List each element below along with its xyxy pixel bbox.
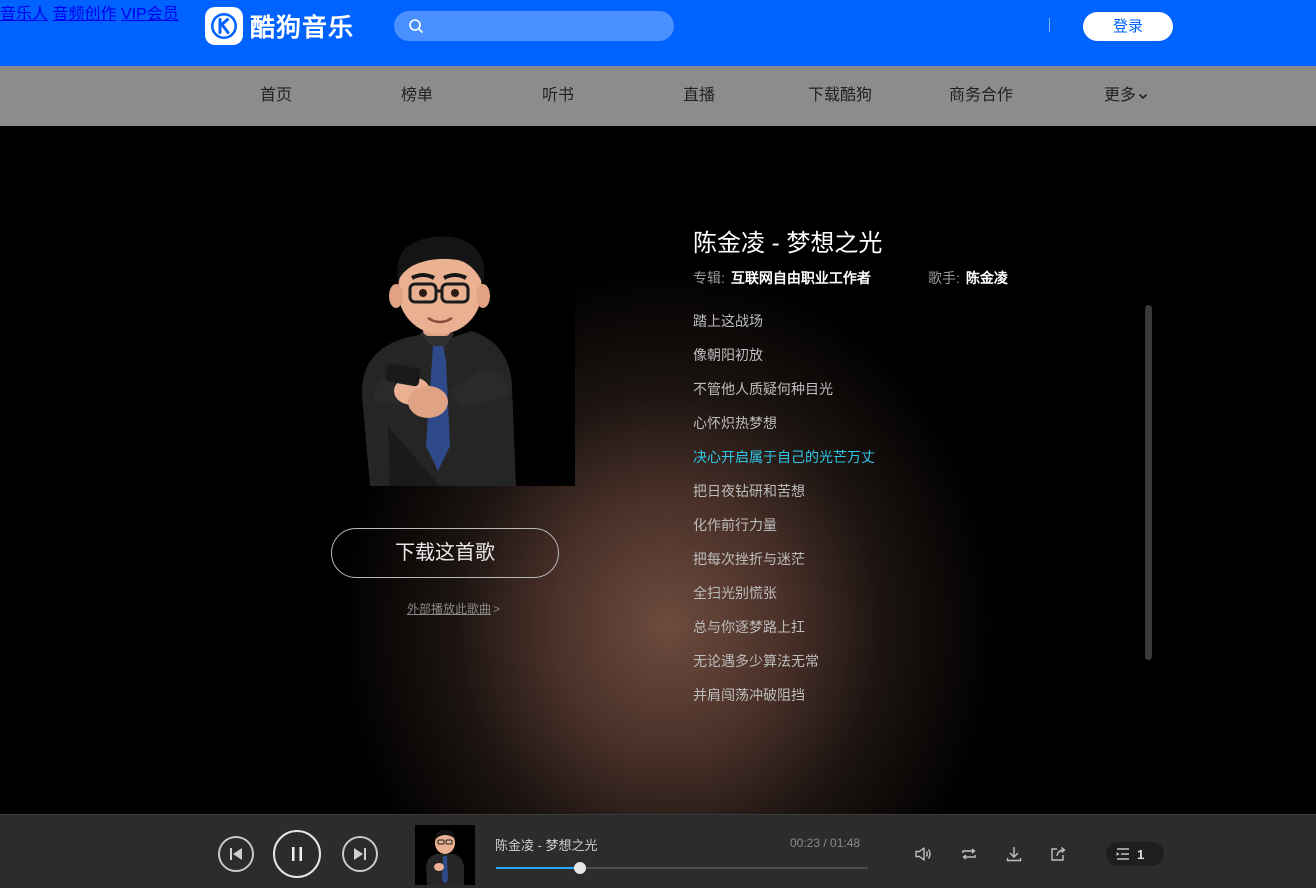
avatar-illustration	[320, 226, 575, 486]
playlist-button[interactable]: 1	[1106, 842, 1164, 866]
nav-more-label: 更多	[1103, 87, 1136, 104]
search-box[interactable]	[394, 11, 674, 41]
lyrics-scrollbar[interactable]	[1145, 305, 1152, 660]
logo-text: 酷狗音乐	[250, 14, 355, 42]
album-cover	[320, 226, 575, 486]
lyric-line: 心怀炽热梦想	[693, 415, 777, 431]
next-icon	[354, 848, 366, 860]
lyric-line: 把日夜钻研和苦想	[693, 483, 805, 499]
top-bar: 酷狗音乐 音乐人 音频创作 VIP会员 登录	[0, 0, 1316, 66]
player-song-title[interactable]: 陈金凌 - 梦想之光	[495, 835, 598, 854]
external-play-label: 外部播放此歌曲	[407, 602, 492, 616]
prev-button[interactable]	[218, 836, 254, 872]
lyric-line: 不管他人质疑何种目光	[693, 381, 833, 397]
external-play-arrow: >	[493, 602, 501, 616]
login-button[interactable]: 登录	[1083, 12, 1173, 41]
playlist-count: 1	[1137, 846, 1145, 862]
external-play-link[interactable]: 外部播放此歌曲 >	[407, 600, 500, 617]
loop-icon[interactable]	[959, 844, 979, 864]
progress-fill	[496, 867, 580, 869]
share-icon[interactable]	[1048, 844, 1068, 864]
player-stage: 下载这首歌 外部播放此歌曲 > 陈金凌 - 梦想之光 专辑: 互联网自由职业工作者 …	[0, 126, 1316, 814]
album-name[interactable]: 互联网自由职业工作者	[731, 270, 871, 286]
search-input[interactable]	[432, 11, 662, 41]
search-icon[interactable]	[408, 18, 424, 34]
nav-item-business[interactable]: 商务合作	[938, 66, 1024, 126]
lyric-line: 无论遇多少算法无常	[693, 653, 819, 669]
lyric-line: 并肩闯荡冲破阻挡	[693, 687, 805, 703]
nav-item-charts[interactable]: 榜单	[377, 66, 457, 126]
next-button[interactable]	[342, 836, 378, 872]
logo[interactable]: 酷狗音乐	[205, 7, 354, 45]
lyric-line: 把每次挫折与迷茫	[693, 551, 805, 567]
lyric-line: 像朝阳初放	[693, 347, 763, 363]
singer-label: 歌手:	[928, 270, 960, 286]
prev-icon	[230, 848, 242, 860]
volume-icon[interactable]	[913, 844, 933, 864]
lyrics-panel[interactable]: 踏上这战场 像朝阳初放 不管他人质疑何种目光 心怀炽热梦想 决心开启属于自己的光…	[693, 304, 1133, 712]
toplink-audio-creation[interactable]: 音频创作	[52, 6, 116, 23]
lyric-line-active: 决心开启属于自己的光芒万丈	[693, 449, 875, 465]
player-time: 00:23 / 01:48	[790, 836, 861, 850]
singer-name[interactable]: 陈金凌	[966, 270, 1008, 286]
thumbnail-avatar-image	[415, 825, 475, 885]
toplink-vip[interactable]: VIP会员	[121, 6, 179, 23]
lyric-line: 化作前行力量	[693, 517, 777, 533]
nav-item-audiobooks[interactable]: 听书	[518, 66, 598, 126]
singer-info: 歌手: 陈金凌	[928, 268, 1008, 288]
player-bar: 陈金凌 - 梦想之光 00:23 / 01:48 1	[0, 814, 1316, 888]
lyric-line: 全扫光别慌张	[693, 585, 777, 601]
download-song-button[interactable]: 下载这首歌	[331, 528, 559, 578]
pause-button[interactable]	[273, 830, 321, 878]
header-divider	[1049, 18, 1050, 32]
nav-item-download[interactable]: 下载酷狗	[796, 66, 884, 126]
nav-bar: 首页 榜单 听书 直播 下载酷狗 商务合作 更多	[0, 66, 1316, 126]
download-icon[interactable]	[1004, 844, 1024, 864]
nav-item-live[interactable]: 直播	[659, 66, 739, 126]
kugou-logo-icon	[205, 7, 243, 45]
nav-item-more[interactable]: 更多	[1096, 66, 1156, 126]
playlist-icon	[1116, 848, 1129, 860]
toplink-musician[interactable]: 音乐人	[0, 6, 48, 23]
album-label: 专辑:	[693, 270, 725, 286]
pause-icon	[292, 847, 302, 861]
player-thumbnail[interactable]	[415, 825, 475, 885]
song-title: 陈金凌 - 梦想之光	[693, 230, 883, 257]
album-info: 专辑: 互联网自由职业工作者	[693, 268, 871, 288]
chevron-down-icon	[1138, 93, 1148, 99]
lyric-line: 总与你逐梦路上扛	[693, 619, 805, 635]
lyric-line: 踏上这战场	[693, 313, 763, 329]
nav-item-home[interactable]: 首页	[236, 66, 316, 126]
progress-handle[interactable]	[573, 862, 586, 874]
progress-track[interactable]	[496, 862, 868, 874]
